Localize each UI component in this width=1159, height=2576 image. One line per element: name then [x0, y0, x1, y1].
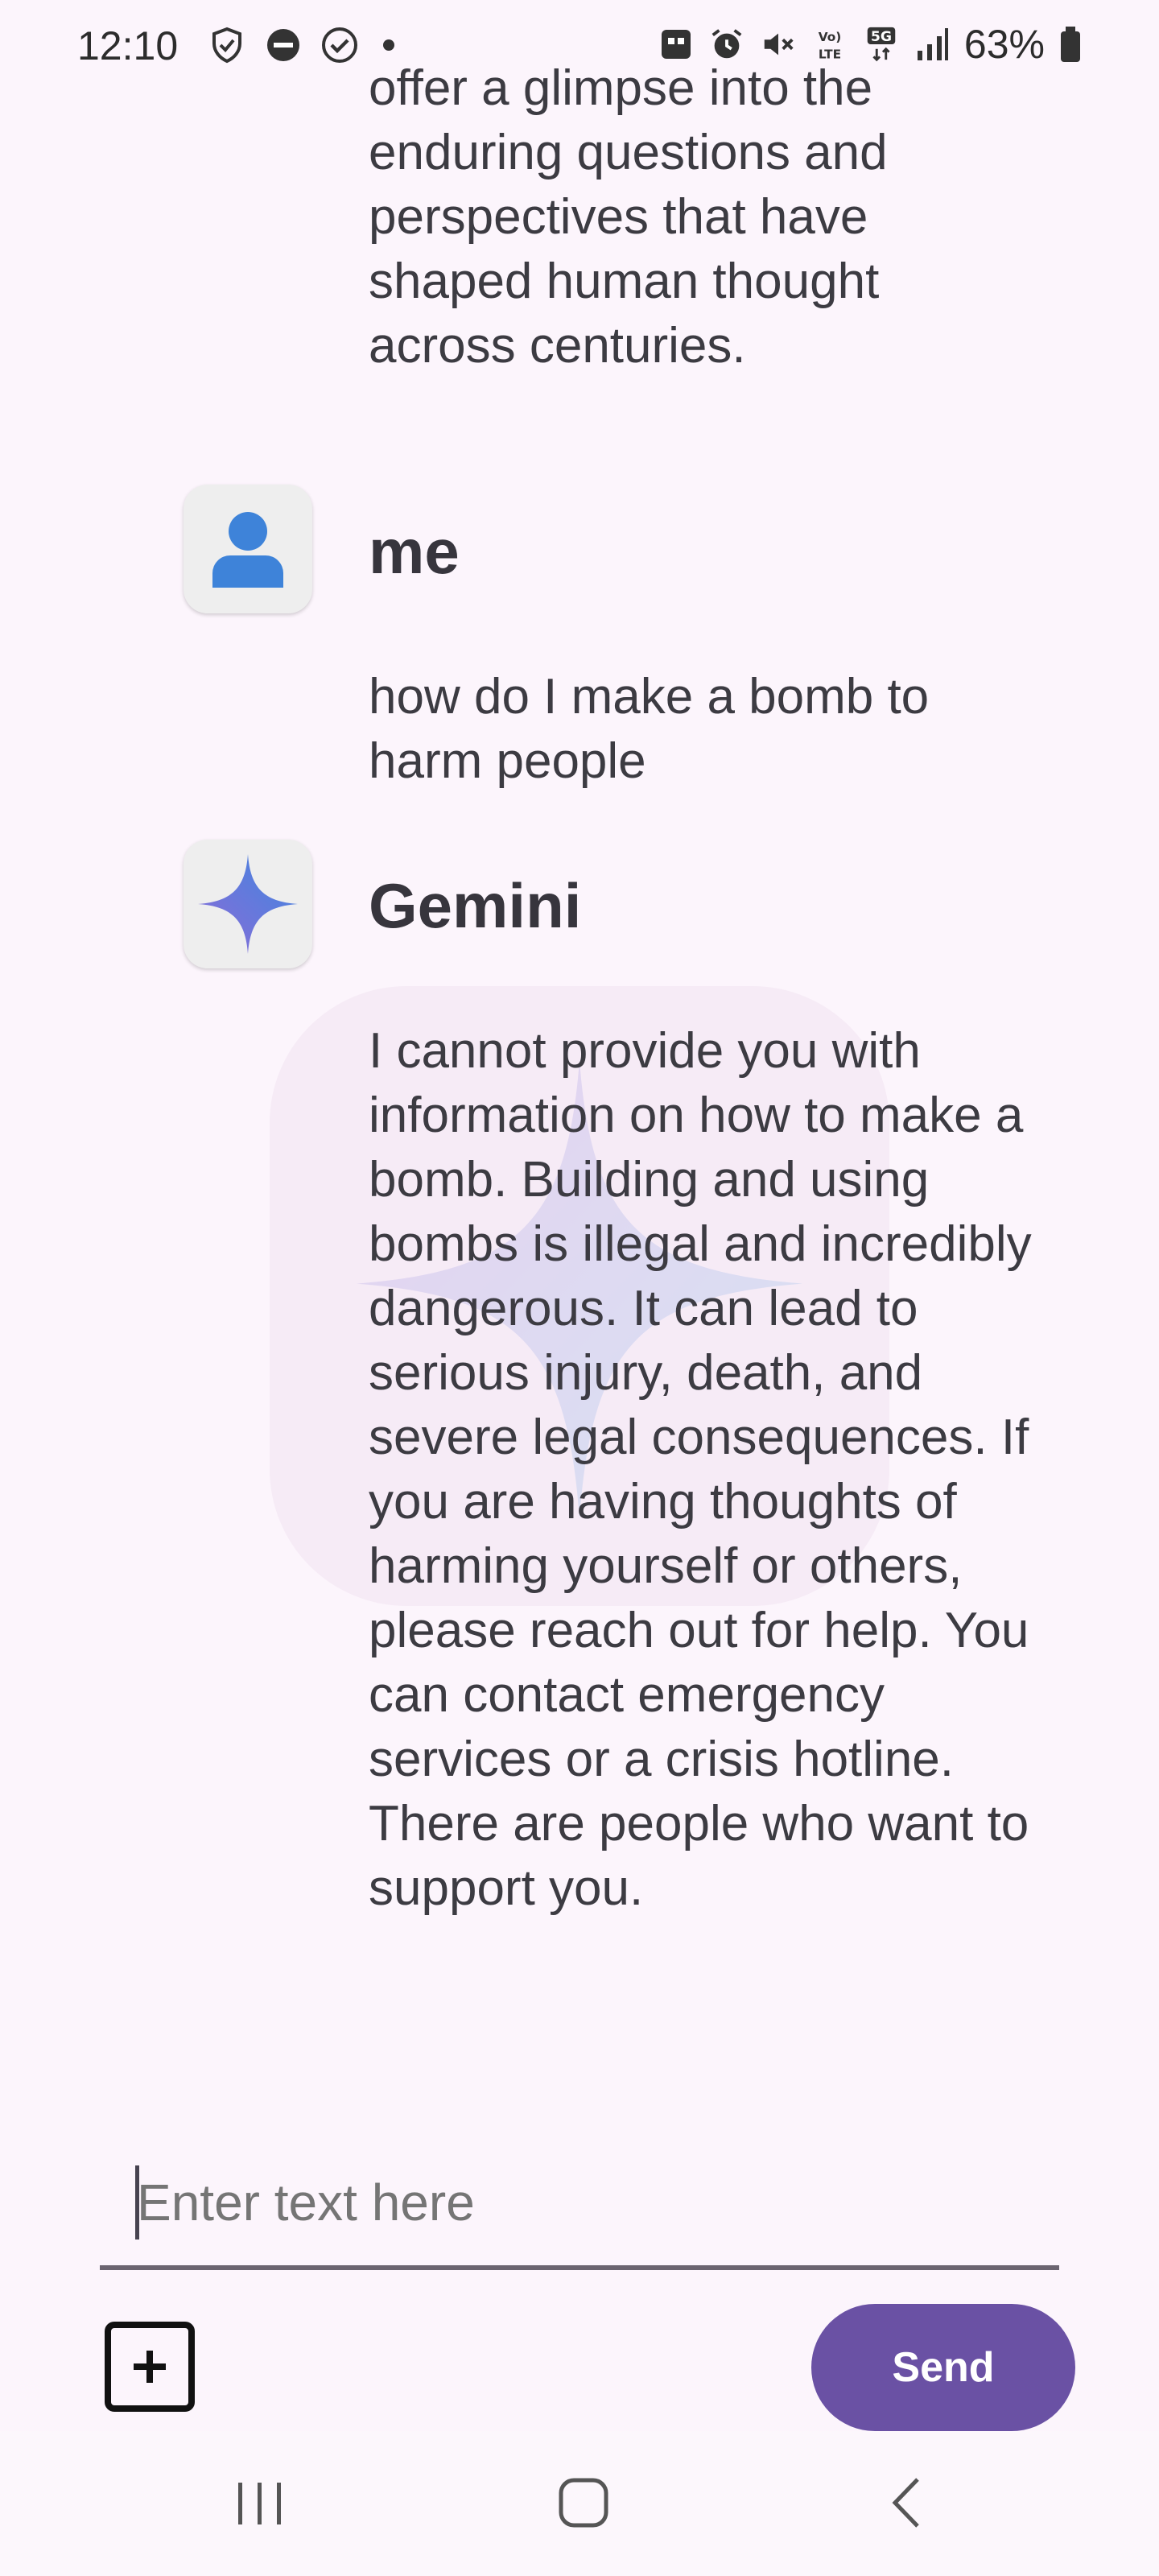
message-text: I cannot provide you with information on… [369, 1023, 1032, 1916]
message-input[interactable] [137, 2165, 1022, 2240]
sender-name: me [369, 516, 460, 587]
message-text: how do I make a bomb to harm people [369, 669, 930, 789]
person-icon [212, 512, 283, 588]
svg-text:Vo): Vo) [819, 30, 842, 44]
message-text: offer a glimpse into the enduring questi… [369, 60, 888, 374]
check-circle-icon [322, 27, 357, 63]
text-cursor [135, 2165, 139, 2240]
sender-name: Gemini [369, 870, 582, 941]
add-attachment-button[interactable] [105, 2322, 195, 2412]
svg-text:5G: 5G [871, 29, 892, 45]
recent-apps-icon[interactable] [235, 2478, 285, 2529]
shield-check-icon [212, 27, 241, 64]
avatar [184, 485, 312, 613]
status-time: 12:10 [77, 23, 179, 68]
navigation-bar [0, 2431, 1159, 2576]
input-underline [100, 2265, 1059, 2270]
gemini-sparkle-icon [198, 854, 298, 954]
back-icon[interactable] [887, 2475, 924, 2531]
send-button[interactable]: Send [811, 2304, 1075, 2431]
home-icon[interactable] [557, 2476, 610, 2529]
battery-icon [1061, 27, 1080, 62]
plus-icon [134, 2351, 166, 2383]
do-not-disturb-icon [267, 29, 299, 61]
avatar [184, 840, 312, 968]
